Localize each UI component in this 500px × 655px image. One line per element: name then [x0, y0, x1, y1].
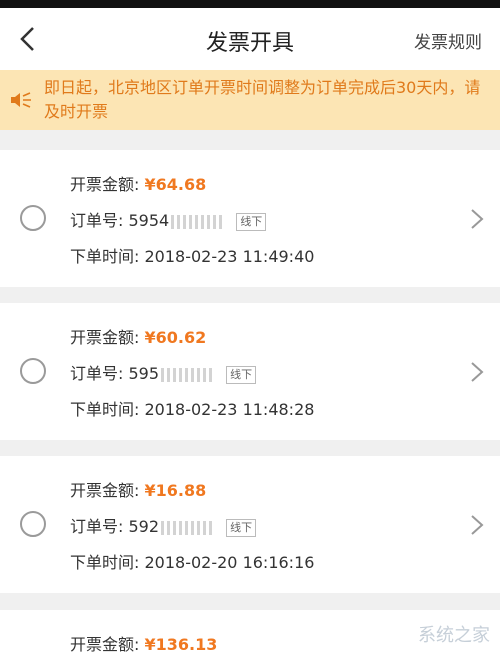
order-number-row: 订单号: 595 线下 — [70, 360, 257, 384]
order-time-label: 下单时间: — [70, 400, 140, 419]
amount-row: 开票金额: ¥136.13 — [70, 631, 217, 655]
amount-value: ¥60.62 — [144, 328, 207, 347]
order-time-row: 下单时间: 2018-02-23 11:48:28 — [70, 396, 314, 420]
order-number-label: 订单号: — [70, 517, 124, 536]
chevron-right-icon[interactable] — [470, 208, 484, 230]
offline-tag: 线下 — [236, 212, 267, 231]
order-time-value: 2018-02-20 16:16:16 — [144, 553, 315, 572]
amount-row: 开票金额: ¥16.88 — [70, 477, 206, 501]
amount-label: 开票金额: — [70, 481, 140, 500]
redacted-digits — [161, 520, 214, 535]
order-time-row: 下单时间: 2018-02-23 11:49:40 — [70, 243, 314, 267]
amount-row: 开票金额: ¥64.68 — [70, 171, 206, 195]
amount-value: ¥16.88 — [144, 481, 207, 500]
order-number-label: 订单号: — [70, 211, 124, 230]
speaker-icon — [11, 92, 31, 108]
order-card[interactable]: 开票金额: ¥16.88 订单号: 592 线下 下单时间: 2018-02-2… — [0, 456, 500, 593]
amount-label: 开票金额: — [70, 328, 140, 347]
order-time-row: 下单时间: 2018-02-20 16:16:16 — [70, 549, 314, 573]
chevron-right-icon[interactable] — [470, 361, 484, 383]
offline-tag: 线下 — [226, 365, 257, 384]
chevron-right-icon[interactable] — [470, 514, 484, 536]
order-time-label: 下单时间: — [70, 247, 140, 266]
select-radio[interactable] — [20, 205, 46, 231]
order-number-value: 592 — [128, 517, 160, 536]
redacted-digits — [171, 214, 224, 229]
select-radio[interactable] — [20, 511, 46, 537]
redacted-digits — [161, 367, 214, 382]
order-number-row: 订单号: 5954 线下 — [70, 207, 267, 231]
order-number-label: 订单号: — [70, 364, 124, 383]
order-card[interactable]: 开票金额: ¥60.62 订单号: 595 线下 下单时间: 2018-02-2… — [0, 303, 500, 440]
order-time-value: 2018-02-23 11:48:28 — [144, 400, 315, 419]
invoice-rules-link[interactable]: 发票规则 — [414, 28, 482, 53]
amount-label: 开票金额: — [70, 635, 140, 654]
amount-label: 开票金额: — [70, 175, 140, 194]
order-number-value: 5954 — [128, 211, 170, 230]
amount-value: ¥64.68 — [144, 175, 207, 194]
order-card[interactable]: 开票金额: ¥136.13 — [0, 610, 500, 655]
order-time-value: 2018-02-23 11:49:40 — [144, 247, 315, 266]
offline-tag: 线下 — [226, 518, 257, 537]
status-bar — [0, 0, 500, 8]
select-radio[interactable] — [20, 358, 46, 384]
order-number-value: 595 — [128, 364, 160, 383]
notice-banner: 即日起，北京地区订单开票时间调整为订单完成后30天内，请及时开票 — [0, 70, 500, 130]
notice-text: 即日起，北京地区订单开票时间调整为订单完成后30天内，请及时开票 — [44, 78, 481, 121]
amount-value: ¥136.13 — [144, 635, 218, 654]
back-arrow-icon[interactable] — [14, 24, 44, 54]
amount-row: 开票金额: ¥60.62 — [70, 324, 206, 348]
order-card[interactable]: 开票金额: ¥64.68 订单号: 5954 线下 下单时间: 2018-02-… — [0, 150, 500, 287]
order-number-row: 订单号: 592 线下 — [70, 513, 257, 537]
nav-bar: 发票开具 发票规则 — [0, 8, 500, 70]
order-time-label: 下单时间: — [70, 553, 140, 572]
